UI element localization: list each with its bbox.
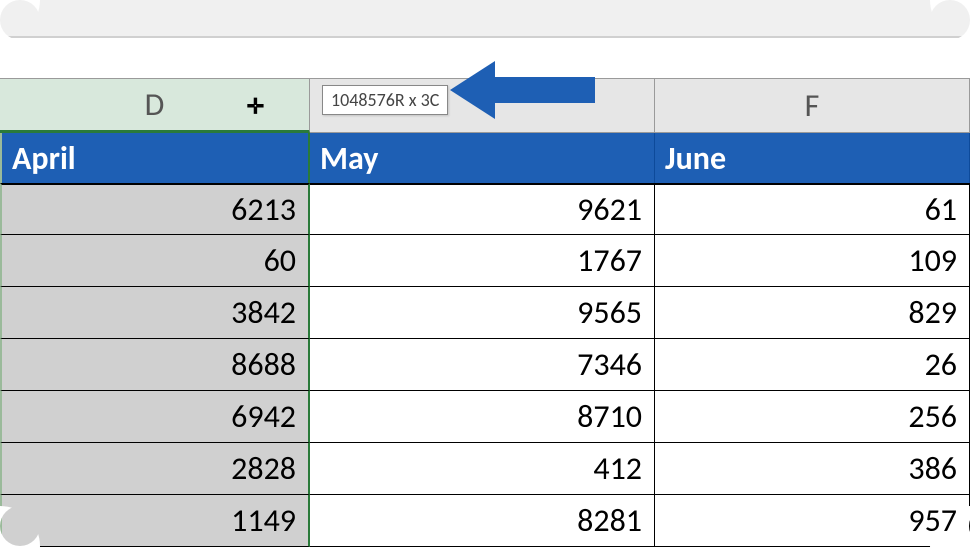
arrow-annotation-icon bbox=[450, 53, 600, 133]
table-row: 6213 9621 61 bbox=[0, 183, 970, 235]
selection-size-tooltip: 1048576R x 3C bbox=[322, 85, 448, 115]
header-cell-june[interactable]: June bbox=[655, 133, 970, 183]
cell[interactable]: 8281 bbox=[310, 495, 655, 547]
cell[interactable]: 386 bbox=[655, 443, 970, 495]
cell[interactable]: 6213 bbox=[0, 183, 310, 235]
header-cell-april[interactable]: April bbox=[0, 133, 310, 183]
table-row: 8688 7346 26 bbox=[0, 339, 970, 391]
table-row: 6942 8710 256 bbox=[0, 391, 970, 443]
column-letter: F bbox=[805, 86, 820, 125]
cell[interactable]: 61 bbox=[655, 183, 970, 235]
cell[interactable]: 412 bbox=[310, 443, 655, 495]
column-header-d[interactable]: D ✛ bbox=[0, 78, 310, 133]
ribbon-area bbox=[0, 0, 970, 38]
cell[interactable]: 8710 bbox=[310, 391, 655, 443]
cell[interactable]: 829 bbox=[655, 287, 970, 339]
cell[interactable]: 26 bbox=[655, 339, 970, 391]
column-header-f[interactable]: F bbox=[655, 78, 970, 133]
cell[interactable]: 256 bbox=[655, 391, 970, 443]
column-letter: D bbox=[145, 85, 165, 124]
table-row: 3842 9565 829 bbox=[0, 287, 970, 339]
cell[interactable]: 1767 bbox=[310, 235, 655, 287]
cell[interactable]: 1149 bbox=[0, 495, 310, 547]
table-header-row: April May June bbox=[0, 133, 970, 183]
cell[interactable]: 60 bbox=[0, 235, 310, 287]
select-cursor-icon: ✛ bbox=[247, 87, 264, 122]
cell[interactable]: 957 bbox=[655, 495, 970, 547]
cell[interactable]: 8688 bbox=[0, 339, 310, 391]
cell[interactable]: 9621 bbox=[310, 183, 655, 235]
cell[interactable]: 109 bbox=[655, 235, 970, 287]
spreadsheet-grid[interactable]: April May June 6213 9621 61 60 1767 109 … bbox=[0, 133, 970, 547]
cell[interactable]: 9565 bbox=[310, 287, 655, 339]
cell[interactable]: 3842 bbox=[0, 287, 310, 339]
table-row: 60 1767 109 bbox=[0, 235, 970, 287]
table-row: 2828 412 386 bbox=[0, 443, 970, 495]
cell[interactable]: 7346 bbox=[310, 339, 655, 391]
cell[interactable]: 2828 bbox=[0, 443, 310, 495]
table-row: 1149 8281 957 bbox=[0, 495, 970, 547]
cell[interactable]: 6942 bbox=[0, 391, 310, 443]
header-cell-may[interactable]: May bbox=[310, 133, 655, 183]
